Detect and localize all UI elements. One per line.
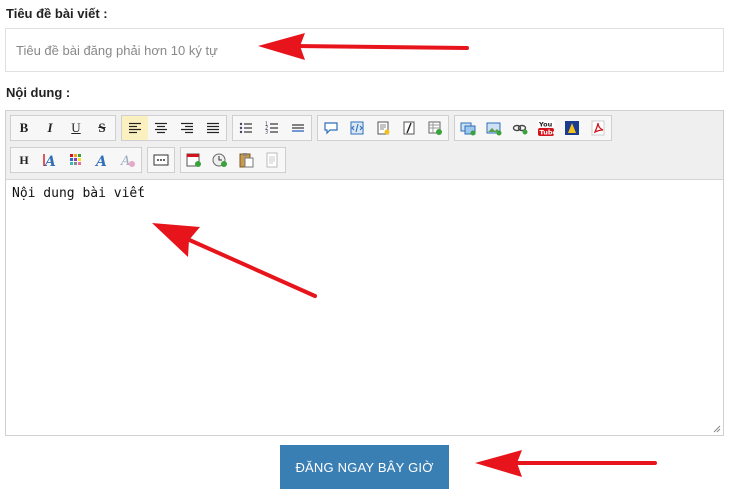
color-button[interactable] [63, 148, 89, 172]
paste-button[interactable] [233, 148, 259, 172]
pdf-button[interactable] [585, 116, 611, 140]
insert-image-button[interactable] [481, 116, 507, 140]
pdf-icon [591, 120, 605, 136]
italic-button[interactable]: I [37, 116, 63, 140]
insert-group-2 [180, 147, 286, 173]
editor-toolbar: B I U S 1 2 3 You Tub H A A A [6, 111, 723, 180]
calendar-icon [186, 153, 201, 167]
image-icon [486, 122, 502, 136]
font-face-button[interactable]: A [89, 148, 115, 172]
format-group: B I U S [10, 115, 116, 141]
justify-icon [207, 122, 219, 134]
table-button[interactable] [422, 116, 448, 140]
date-button[interactable] [181, 148, 207, 172]
toolbar-row-2: H A A A [10, 147, 291, 173]
code-button[interactable] [344, 116, 370, 140]
image-gallery-icon [460, 122, 476, 136]
font-size-icon: A [43, 154, 56, 168]
style-group: H A A A [10, 147, 142, 173]
link-icon [512, 124, 528, 135]
svg-text:A: A [94, 154, 107, 168]
svg-text:You: You [538, 121, 553, 129]
flash-icon [565, 121, 579, 135]
svg-text:A: A [43, 154, 56, 168]
align-left-button[interactable] [122, 116, 148, 140]
list-group: 123 [232, 115, 312, 141]
image-gallery-button[interactable] [455, 116, 481, 140]
color-palette-icon [70, 154, 81, 165]
media-group: YouTube [454, 115, 612, 141]
bullet-list-icon [239, 122, 252, 134]
align-group [121, 115, 227, 141]
bold-button[interactable]: B [11, 116, 37, 140]
remove-format-button[interactable]: A [115, 148, 141, 172]
clock-icon [212, 153, 227, 167]
submit-button[interactable]: ĐĂNG NGAY BÂY GIỜ [280, 445, 449, 489]
note-icon [377, 121, 390, 135]
horizontal-rule-icon [292, 124, 304, 132]
svg-text:A: A [120, 154, 130, 168]
speech-bubble-icon [324, 122, 338, 135]
resize-grip-icon[interactable] [713, 425, 721, 433]
arrow-to-submit-button [475, 450, 657, 477]
read-more-button[interactable] [148, 148, 174, 172]
align-left-icon [129, 122, 141, 134]
paste-text-button[interactable] [259, 148, 285, 172]
align-center-icon [155, 122, 167, 134]
numbered-list-button[interactable]: 123 [259, 116, 285, 140]
edit-button[interactable] [396, 116, 422, 140]
document-icon [266, 152, 278, 168]
pencil-page-icon [403, 121, 415, 135]
numbered-list-icon: 123 [265, 122, 278, 136]
align-right-button[interactable] [174, 116, 200, 140]
clipboard-icon [239, 153, 254, 168]
bullet-list-button[interactable] [233, 116, 259, 140]
svg-text:3: 3 [265, 130, 268, 136]
flash-button[interactable] [559, 116, 585, 140]
content-editable-area[interactable]: Nội dung bài viết [6, 180, 723, 435]
remove-format-icon: A [120, 154, 135, 168]
font-size-button[interactable]: A [37, 148, 63, 172]
heading-button[interactable]: H [11, 148, 37, 172]
time-button[interactable] [207, 148, 233, 172]
svg-text:Tube: Tube [540, 129, 555, 137]
quote-button[interactable] [318, 116, 344, 140]
strikethrough-button[interactable]: S [89, 116, 115, 140]
link-button[interactable] [507, 116, 533, 140]
youtube-icon: YouTube [538, 120, 554, 136]
align-right-icon [181, 122, 193, 134]
content-label: Nội dung : [6, 85, 71, 100]
toolbar-row-1: B I U S 1 2 3 You Tub [10, 115, 617, 141]
note-button[interactable] [370, 116, 396, 140]
title-input[interactable] [5, 28, 724, 72]
horizontal-rule-button[interactable] [285, 116, 311, 140]
align-center-button[interactable] [148, 116, 174, 140]
code-icon [350, 121, 364, 135]
rich-text-editor: B I U S 1 2 3 You Tub H A A A Nội dung b… [5, 110, 724, 436]
font-face-icon: A [94, 154, 107, 168]
justify-button[interactable] [200, 116, 226, 140]
insert-group-1 [317, 115, 449, 141]
title-label: Tiêu đề bài viết : [6, 6, 108, 21]
underline-button[interactable]: U [63, 116, 89, 140]
table-icon [428, 121, 442, 135]
more-dots-icon [153, 154, 169, 166]
youtube-button[interactable]: YouTube [533, 116, 559, 140]
more-group [147, 147, 175, 173]
content-text: Nội dung bài viết [12, 186, 146, 201]
